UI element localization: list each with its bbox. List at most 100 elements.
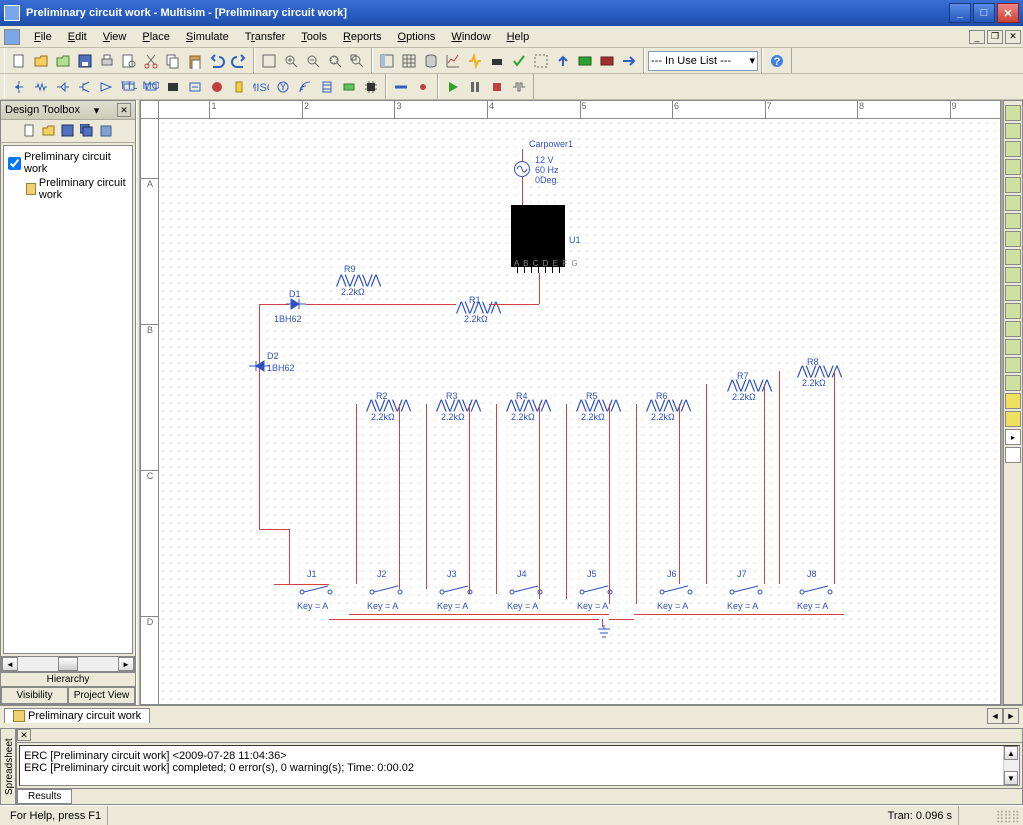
mdi-restore-button[interactable]: ❐ — [987, 30, 1003, 44]
menu-transfer[interactable]: Transfer — [237, 29, 294, 45]
logic-converter-button[interactable] — [1005, 267, 1021, 283]
multimeter-button[interactable] — [1005, 105, 1021, 121]
tab-scroll-left-button[interactable]: ◄ — [987, 708, 1003, 724]
help-button[interactable]: ? — [766, 50, 788, 72]
print-preview-button[interactable] — [118, 50, 140, 72]
place-basic-button[interactable] — [30, 76, 52, 98]
menu-place[interactable]: Place — [134, 29, 178, 45]
measurement-probe-button[interactable] — [1005, 447, 1021, 463]
tektronix-scope-button[interactable] — [1005, 411, 1021, 427]
spreadsheet-vscroll[interactable]: ▲ ▼ — [1003, 746, 1019, 785]
close-button[interactable]: ✕ — [997, 3, 1019, 23]
place-junction-button[interactable] — [412, 76, 434, 98]
menu-tools[interactable]: Tools — [293, 29, 335, 45]
switch-j6[interactable] — [659, 584, 693, 599]
paste-button[interactable] — [184, 50, 206, 72]
spreadsheet-close-button[interactable]: ✕ — [17, 729, 31, 741]
resistor-r2[interactable]: ⋀⋁⋀⋁⋀ — [366, 397, 409, 413]
pause-button[interactable] — [464, 76, 486, 98]
switch-j2[interactable] — [369, 584, 403, 599]
save-button[interactable] — [74, 50, 96, 72]
component-wizard-button[interactable] — [486, 50, 508, 72]
place-misc-button[interactable]: MISC — [250, 76, 272, 98]
switch-j5[interactable] — [579, 584, 613, 599]
undo-button[interactable] — [206, 50, 228, 72]
mdi-minimize-button[interactable]: _ — [969, 30, 985, 44]
wattmeter-button[interactable] — [1005, 141, 1021, 157]
grapher-button[interactable] — [442, 50, 464, 72]
place-diode-button[interactable] — [52, 76, 74, 98]
hierarchy-save-button[interactable] — [60, 123, 76, 139]
place-power-button[interactable] — [228, 76, 250, 98]
place-electromech-button[interactable] — [316, 76, 338, 98]
four-channel-scope-button[interactable] — [1005, 177, 1021, 193]
resistor-r6[interactable]: ⋀⋁⋀⋁⋀ — [646, 397, 689, 413]
switch-j4[interactable] — [509, 584, 543, 599]
spreadsheet-output[interactable]: ERC [Preliminary circuit work] <2009-07-… — [19, 745, 1020, 786]
transfer-ultiboard-button[interactable] — [574, 50, 596, 72]
new-button[interactable] — [8, 50, 30, 72]
distortion-analyzer-button[interactable] — [1005, 303, 1021, 319]
agilent-fgen-button[interactable] — [1005, 357, 1021, 373]
switch-j8[interactable] — [799, 584, 833, 599]
place-ttl-button[interactable]: TTL — [118, 76, 140, 98]
resize-grip[interactable]: ⣿⣿⣿ — [959, 809, 1019, 823]
place-ni-button[interactable] — [338, 76, 360, 98]
database-manager-button[interactable] — [420, 50, 442, 72]
resistor-r4[interactable]: ⋀⋁⋀⋁⋀ — [506, 397, 549, 413]
agilent-scope-button[interactable] — [1005, 393, 1021, 409]
bode-plotter-button[interactable] — [1005, 195, 1021, 211]
spreadsheet-scroll-up-button[interactable]: ▲ — [1004, 746, 1018, 760]
agilent-mmeter-button[interactable] — [1005, 375, 1021, 391]
pause-analysis-button[interactable] — [508, 76, 530, 98]
tree-root-checkbox[interactable] — [8, 157, 21, 170]
schematic-canvas[interactable]: Carpower1 12 V 60 Hz 0Deg. U1 A B C D E … — [159, 119, 1000, 704]
open-sample-button[interactable] — [52, 50, 74, 72]
switch-j3[interactable] — [439, 584, 473, 599]
doc-tab-1[interactable]: Preliminary circuit work — [4, 708, 150, 723]
resistor-r1[interactable]: ⋀⋁⋀⋁⋀ — [456, 299, 499, 315]
place-misc-digital-button[interactable] — [162, 76, 184, 98]
menu-help[interactable]: Help — [499, 29, 538, 45]
results-tab[interactable]: Results — [17, 789, 72, 804]
run-button[interactable] — [442, 76, 464, 98]
tab-project-view[interactable]: Project View — [68, 687, 135, 704]
place-advanced-button[interactable]: Y — [272, 76, 294, 98]
postprocessor-button[interactable] — [464, 50, 486, 72]
place-mixed-button[interactable] — [184, 76, 206, 98]
network-analyzer-button[interactable] — [1005, 339, 1021, 355]
menu-reports[interactable]: Reports — [335, 29, 390, 45]
spectrum-analyzer-button[interactable] — [1005, 321, 1021, 337]
mdi-close-button[interactable]: ✕ — [1005, 30, 1021, 44]
menu-window[interactable]: Window — [443, 29, 498, 45]
tree-root[interactable]: Preliminary circuit work — [8, 150, 128, 176]
place-mcu-button[interactable] — [360, 76, 382, 98]
diode-d1[interactable] — [286, 297, 306, 314]
ground-symbol[interactable] — [596, 625, 612, 642]
backannotate-button[interactable] — [596, 50, 618, 72]
cut-button[interactable] — [140, 50, 162, 72]
resistor-r9[interactable]: ⋀⋁⋀⋁⋀ — [336, 272, 379, 288]
labview-button[interactable]: ▸ — [1005, 429, 1021, 445]
ac-source[interactable] — [514, 161, 530, 177]
place-analog-button[interactable] — [96, 76, 118, 98]
place-source-button[interactable] — [8, 76, 30, 98]
menu-simulate[interactable]: Simulate — [178, 29, 237, 45]
goto-parent-button[interactable] — [552, 50, 574, 72]
full-screen-button[interactable] — [258, 50, 280, 72]
chip-u1[interactable] — [511, 205, 565, 267]
open-button[interactable] — [30, 50, 52, 72]
forward-annotate-button[interactable] — [618, 50, 640, 72]
place-cmos-button[interactable]: CMOS — [140, 76, 162, 98]
scroll-right-button[interactable]: ► — [118, 657, 134, 671]
place-indicator-button[interactable] — [206, 76, 228, 98]
capture-area-button[interactable] — [530, 50, 552, 72]
function-generator-button[interactable] — [1005, 123, 1021, 139]
tree-child[interactable]: Preliminary circuit work — [8, 176, 128, 202]
design-toolbox-close-button[interactable]: ✕ — [117, 103, 131, 117]
resistor-r5[interactable]: ⋀⋁⋀⋁⋀ — [576, 397, 619, 413]
menu-view[interactable]: View — [95, 29, 135, 45]
switch-j7[interactable] — [729, 584, 763, 599]
hierarchy-options-button[interactable] — [98, 123, 114, 139]
place-rf-button[interactable] — [294, 76, 316, 98]
